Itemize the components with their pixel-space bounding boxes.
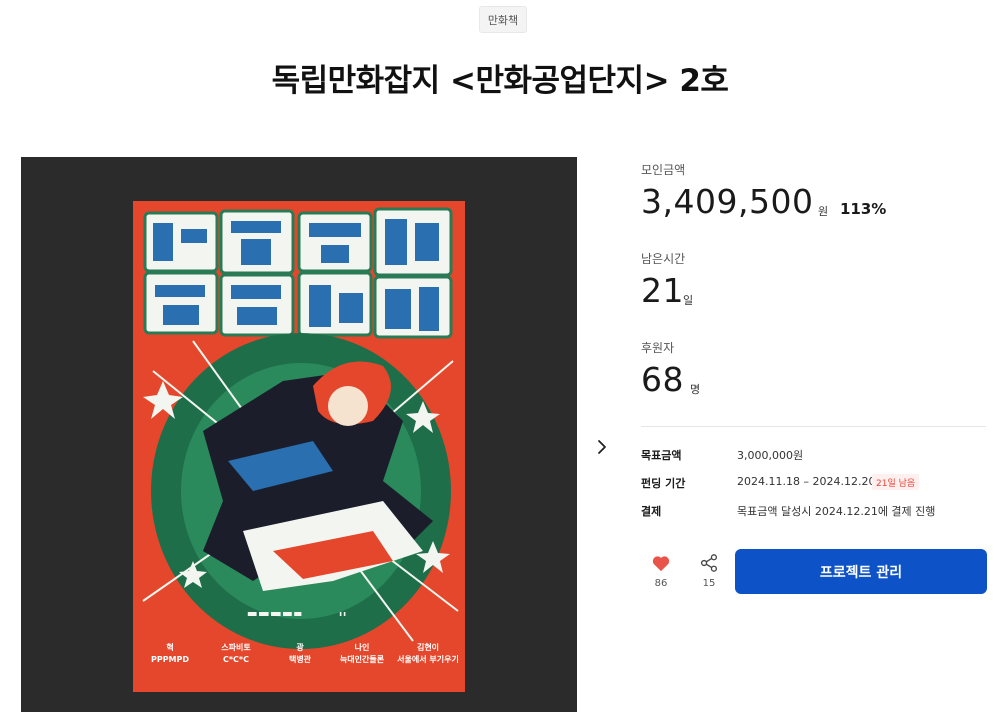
goal-label: 목표금액 — [641, 449, 682, 462]
raised-percent: 113% — [840, 200, 887, 218]
page-title: 독립만화잡지 <만화공업단지> 2호 — [271, 63, 729, 99]
like-count: 86 — [654, 578, 668, 589]
days-left-badge: 21일 남음 — [872, 474, 920, 490]
poster-credit-title: C*C*C — [223, 655, 249, 664]
poster-credit-name: 스파비토 — [221, 643, 251, 652]
next-image-button[interactable] — [591, 434, 613, 460]
time-left-label: 남은시간 — [641, 252, 686, 266]
like-button[interactable]: 86 — [643, 554, 679, 589]
poster-credit: 스파비토 C*C*C — [203, 642, 269, 666]
period-value: 2024.11.18 – 2024.12.20 — [737, 475, 876, 488]
poster-credit-title: 택병관 — [288, 655, 312, 664]
poster-credit-name: 혁 — [166, 643, 174, 652]
poster-credit: 혁 PPPMPD — [137, 642, 203, 666]
poster-credit: 김현이 서울에서 부기우기 — [395, 642, 461, 666]
poster-credit-name: 김현이 — [416, 643, 440, 652]
time-left-value: 21 — [641, 271, 684, 310]
poster-credit-name: 광 — [296, 643, 304, 652]
heart-icon — [652, 556, 670, 572]
share-count: 15 — [702, 578, 716, 589]
poster-credit-title: PPPMPD — [150, 655, 190, 664]
project-image-viewer: 혁 PPPMPD 스파비토 C*C*C 광 택병관 나인 늑대인간들론 김현이 … — [21, 157, 577, 712]
poster-credit-title: 서울에서 부기우기 — [397, 655, 459, 664]
raised-amount: 3,409,500 — [641, 182, 814, 221]
goal-value: 3,000,000원 — [737, 449, 804, 462]
poster-credit: 나인 늑대인간들론 — [329, 642, 395, 666]
manage-project-button[interactable]: 프로젝트 관리 — [735, 549, 987, 594]
share-icon — [700, 554, 718, 572]
poster-credit-title: 늑대인간들론 — [339, 655, 385, 664]
poster-credits: 혁 PPPMPD 스파비토 C*C*C 광 택병관 나인 늑대인간들론 김현이 … — [133, 612, 465, 692]
payment-label: 결제 — [641, 505, 662, 518]
chevron-right-icon — [598, 440, 606, 454]
share-button[interactable]: 15 — [691, 554, 727, 589]
poster-title-band — [247, 612, 346, 616]
period-label: 펀딩 기간 — [641, 477, 686, 490]
raised-label: 모인금액 — [641, 163, 686, 177]
category-chip[interactable]: 만화책 — [479, 6, 527, 33]
backers-unit: 명 — [690, 383, 701, 396]
backers-label: 후원자 — [641, 341, 675, 355]
divider — [641, 426, 986, 427]
raised-unit: 원 — [818, 205, 829, 218]
poster-credit-name: 나인 — [354, 643, 370, 652]
poster-image: 혁 PPPMPD 스파비토 C*C*C 광 택병관 나인 늑대인간들론 김현이 … — [133, 201, 465, 692]
payment-value: 목표금액 달성시 2024.12.21에 결제 진행 — [737, 505, 936, 518]
time-left-unit: 일 — [683, 294, 694, 307]
poster-credit: 광 택병관 — [267, 642, 333, 666]
backers-count: 68 — [641, 360, 684, 399]
